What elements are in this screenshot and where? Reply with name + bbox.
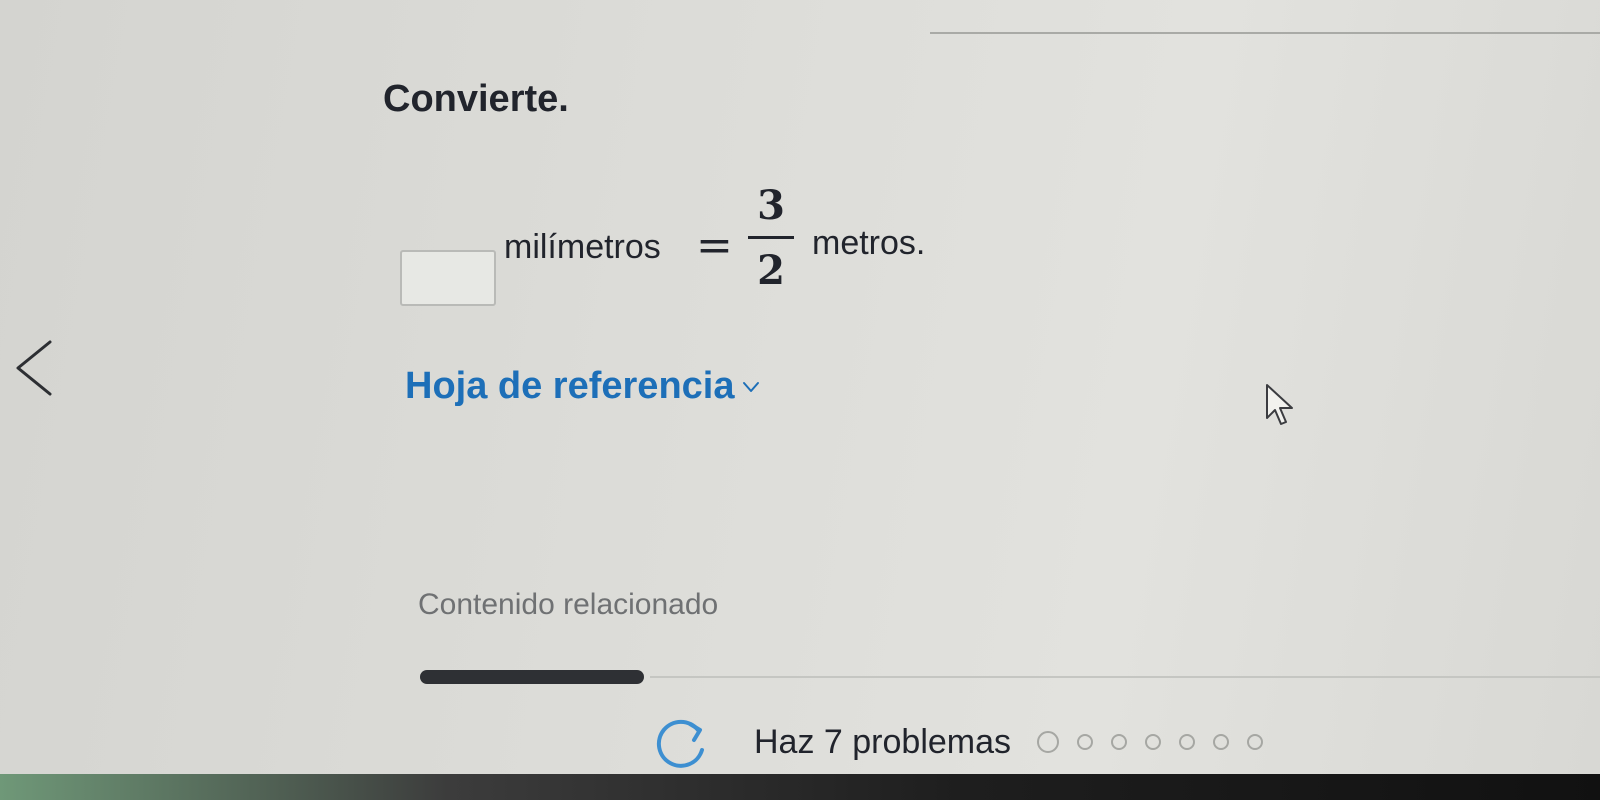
fraction-denominator: 2 bbox=[757, 247, 785, 294]
chevron-left-icon[interactable] bbox=[6, 338, 66, 398]
unit-meters: metros. bbox=[812, 224, 926, 262]
progress-dots bbox=[1037, 731, 1264, 753]
equals-sign: = bbox=[696, 220, 733, 271]
top-divider bbox=[930, 32, 1600, 34]
unit-millimeters: milímetros bbox=[504, 228, 661, 266]
progress-dot bbox=[1077, 734, 1094, 750]
progress-dot bbox=[1247, 734, 1264, 750]
chevron-down-icon bbox=[743, 381, 760, 392]
reference-sheet-label: Hoja de referencia bbox=[405, 365, 735, 407]
progress-dot bbox=[1179, 734, 1196, 750]
progress-dot bbox=[1213, 734, 1230, 750]
bottom-bar bbox=[0, 774, 1600, 800]
answer-input[interactable] bbox=[400, 250, 496, 306]
progress-track bbox=[650, 676, 1600, 678]
progress-dot bbox=[1145, 734, 1162, 750]
refresh-icon[interactable] bbox=[650, 710, 714, 774]
progress-bar bbox=[420, 670, 644, 684]
progress-dot bbox=[1037, 731, 1060, 753]
mouse-pointer-icon bbox=[1266, 384, 1293, 425]
exercise-title: Convierte. bbox=[383, 78, 569, 120]
fraction-bar bbox=[748, 236, 794, 239]
reference-sheet-toggle[interactable]: Hoja de referencia bbox=[405, 365, 760, 408]
fraction-numerator: 3 bbox=[757, 182, 785, 229]
problem-progress: Haz 7 problemas bbox=[650, 710, 1264, 774]
problem-count-label: Haz 7 problemas bbox=[754, 722, 1012, 761]
progress-dot bbox=[1111, 734, 1128, 750]
fraction: 3 2 bbox=[748, 180, 794, 297]
related-content-label: Contenido relacionado bbox=[418, 588, 719, 621]
